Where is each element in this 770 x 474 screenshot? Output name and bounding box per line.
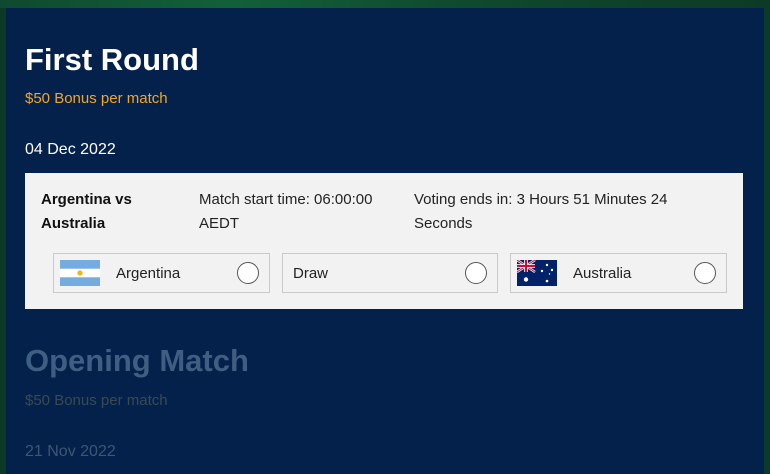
voting-line-1: Voting ends in: 3 Hours 51 Minutes 24: [414, 191, 668, 208]
option-label: Draw: [293, 264, 329, 282]
radio-button[interactable]: [237, 262, 259, 284]
voting-countdown: Voting ends in: 3 Hours 51 Minutes 24 Se…: [414, 188, 714, 236]
option-label: Argentina: [116, 264, 181, 282]
background-strip: [0, 0, 770, 8]
radio-button[interactable]: [465, 262, 487, 284]
bonus-text: $50 Bonus per match: [25, 392, 168, 409]
argentina-flag-icon: [60, 260, 100, 286]
radio-button[interactable]: [694, 262, 716, 284]
match-start-time: Match start time: 06:00:00 AEDT: [199, 188, 399, 236]
teams-line-2: Australia: [41, 215, 106, 232]
match-teams: Argentina vs Australia: [41, 188, 181, 236]
match-card: Argentina vs Australia Match start time:…: [25, 173, 743, 309]
rounds-panel: First Round $50 Bonus per match 04 Dec 2…: [6, 8, 764, 474]
teams-line-1: Argentina vs: [41, 191, 132, 208]
start-time-line-1: Match start time: 06:00:00: [199, 191, 373, 208]
match-date: 21 Nov 2022: [25, 443, 116, 460]
voting-line-2: Seconds: [414, 215, 473, 232]
vote-option-draw[interactable]: Draw: [282, 253, 498, 293]
vote-option-argentina[interactable]: Argentina: [53, 253, 270, 293]
australia-flag-icon: [517, 260, 557, 286]
vote-option-australia[interactable]: Australia: [510, 253, 727, 293]
section-title: First Round: [25, 42, 199, 77]
start-time-line-2: AEDT: [199, 215, 240, 232]
bonus-text: $50 Bonus per match: [25, 90, 168, 107]
section-title: Opening Match: [25, 343, 249, 378]
match-date: 04 Dec 2022: [25, 141, 116, 158]
option-label: Australia: [573, 264, 632, 282]
